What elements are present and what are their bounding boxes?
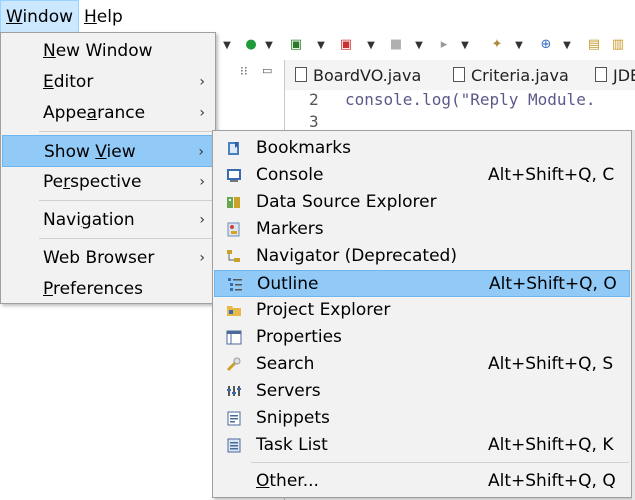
menu-separator: [39, 200, 213, 201]
menu-item-console[interactable]: Console Alt+Shift+Q, C: [214, 162, 630, 189]
menu-item-properties[interactable]: Properties: [214, 324, 630, 351]
menu-item-data-source-explorer[interactable]: Data Source Explorer: [214, 189, 630, 216]
step-icon[interactable]: ▸: [436, 37, 452, 53]
menu-item-markers[interactable]: Markers: [214, 216, 630, 243]
menu-item-search[interactable]: Search Alt+Shift+Q, S: [214, 351, 630, 378]
tab-boardvo[interactable]: BoardVO.java: [295, 66, 421, 85]
chevron-right-icon: ›: [198, 144, 204, 160]
new-wizard-icon[interactable]: ✦: [489, 37, 505, 53]
menu-item-other[interactable]: Other... Alt+Shift+Q, Q: [214, 468, 630, 495]
dropdown-arrow-icon[interactable]: ▼: [222, 38, 232, 54]
editor-tabs: BoardVO.java Criteria.java JDE: [285, 60, 635, 91]
menu-item-web-browser[interactable]: Web Browser ›: [2, 243, 215, 274]
terminate-icon[interactable]: ■: [388, 37, 404, 53]
menu-item-servers[interactable]: Servers: [214, 378, 630, 405]
menu-bar: Window Help: [0, 0, 635, 33]
menu-separator: [39, 238, 213, 239]
open-folder-icon[interactable]: ▥: [610, 37, 626, 53]
show-view-menu: Bookmarks Console Alt+Shift+Q, C Data So…: [212, 130, 632, 498]
new-class-icon[interactable]: ⊕: [538, 37, 554, 53]
run-icon[interactable]: ●: [243, 37, 259, 53]
properties-icon: [226, 330, 242, 345]
dropdown-arrow-icon[interactable]: ▼: [316, 38, 326, 54]
line-number: 3: [309, 112, 319, 131]
menu-item-outline[interactable]: Outline Alt+Shift+Q, O: [214, 270, 630, 297]
menu-item-perspective[interactable]: Perspective ›: [2, 167, 215, 198]
project-explorer-icon: [227, 306, 241, 316]
search-icon: [226, 357, 241, 372]
menu-item-project-explorer[interactable]: Project Explorer: [214, 297, 630, 324]
toolbar: ▼ ● ▼ ▣ ▼ ▣ ▼ ■ ▼ ▸ ▼ ✦ ▼ ⊕ ▼ ▤ ▥: [216, 34, 635, 58]
dropdown-arrow-icon[interactable]: ▼: [562, 38, 572, 54]
line-number: 2: [309, 90, 319, 109]
dropdown-arrow-icon[interactable]: ▼: [514, 38, 524, 54]
menu-item-new-window[interactable]: New Window: [2, 36, 215, 67]
console-icon: [227, 169, 241, 182]
bookmark-icon: [228, 142, 239, 155]
servers-icon: [227, 386, 241, 396]
tab-jde[interactable]: JDE: [595, 66, 635, 85]
dropdown-arrow-icon[interactable]: ▼: [366, 38, 376, 54]
menu-item-editor[interactable]: Editor ›: [2, 67, 215, 98]
chevron-right-icon: ›: [199, 250, 205, 266]
menu-item-task-list[interactable]: Task List Alt+Shift+Q, K: [214, 432, 630, 459]
navigator-icon: [227, 250, 240, 262]
window-menu: New Window Editor › Appearance › Show View…: [0, 32, 216, 304]
menu-item-preferences[interactable]: Preferences: [2, 274, 215, 305]
tab-criteria[interactable]: Criteria.java: [453, 66, 569, 85]
database-icon: [227, 197, 240, 208]
menu-item-navigation[interactable]: Navigation ›: [2, 205, 215, 236]
stop-server-icon[interactable]: ▣: [338, 37, 354, 53]
markers-icon: [227, 222, 240, 237]
menu-item-navigator[interactable]: Navigator (Deprecated): [214, 243, 630, 270]
dropdown-arrow-icon[interactable]: ▼: [264, 38, 274, 54]
task-list-icon: [227, 438, 241, 453]
menu-help[interactable]: Help: [79, 0, 129, 33]
view-menu-icon[interactable]: ⁝⁝: [240, 64, 248, 78]
menu-item-bookmarks[interactable]: Bookmarks: [214, 135, 630, 162]
snippets-icon: [227, 411, 241, 426]
run-server-icon[interactable]: ▣: [288, 37, 304, 53]
java-file-icon: [295, 67, 307, 82]
code-line: console.log("Reply Module.: [345, 90, 596, 109]
dropdown-arrow-icon[interactable]: ▼: [460, 38, 470, 54]
menu-item-show-view[interactable]: Show View ›: [2, 135, 215, 167]
java-file-icon: [453, 67, 465, 82]
menu-item-snippets[interactable]: Snippets: [214, 405, 630, 432]
chevron-right-icon: ›: [199, 74, 205, 90]
minimize-icon[interactable]: ▭: [262, 64, 272, 77]
menu-item-appearance[interactable]: Appearance ›: [2, 98, 215, 129]
menu-separator: [39, 131, 213, 132]
outline-icon: [228, 278, 242, 291]
chevron-right-icon: ›: [199, 105, 205, 121]
java-file-icon: [595, 67, 607, 82]
menu-separator: [251, 462, 629, 463]
menu-window[interactable]: Window: [0, 0, 79, 33]
chevron-right-icon: ›: [199, 174, 205, 190]
dropdown-arrow-icon[interactable]: ▼: [414, 38, 424, 54]
open-type-icon[interactable]: ▤: [586, 37, 602, 53]
chevron-right-icon: ›: [199, 212, 205, 228]
